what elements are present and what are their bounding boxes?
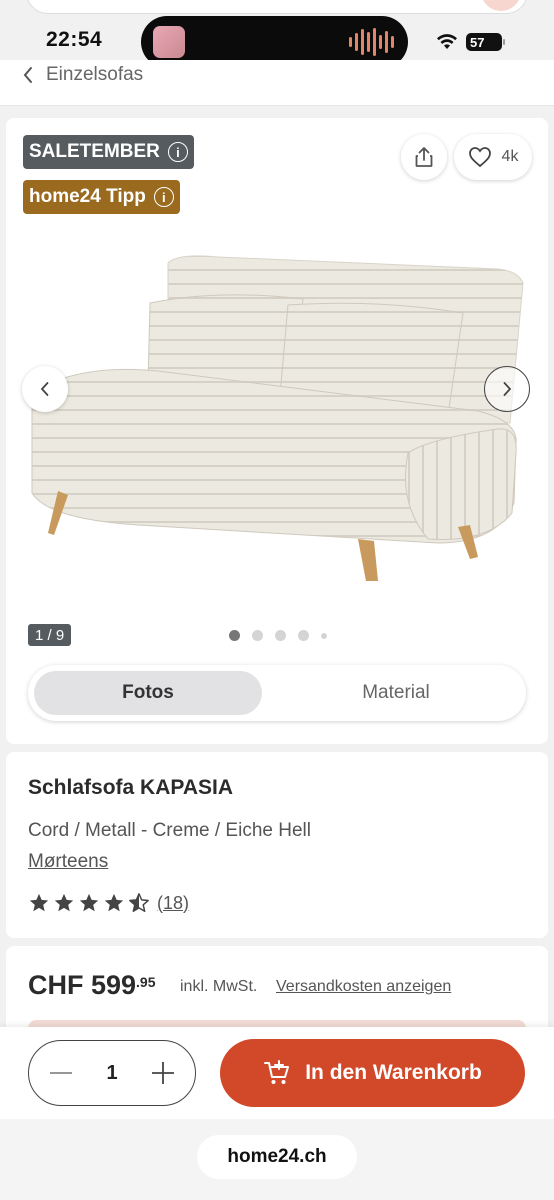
breadcrumb-bar: Einzelsofas [0,60,554,106]
status-time: 22:54 [46,28,103,51]
vat-note: inkl. MwSt. [180,978,258,995]
chevron-left-icon [23,67,32,83]
add-to-cart-bar: 1 In den Warenkorb [0,1027,554,1119]
saletember-badge[interactable]: SALETEMBER i [23,135,194,169]
star-filled-icon [79,893,99,912]
minus-icon [50,1072,72,1074]
add-to-cart-label: In den Warenkorb [305,1061,482,1084]
carousel-dot[interactable] [321,632,327,639]
info-icon[interactable]: i [153,187,174,207]
plus-icon [152,1062,174,1084]
home24-tipp-badge[interactable]: home24 Tipp i [23,180,180,214]
carousel-dot[interactable] [252,630,263,641]
wishlist-button[interactable]: 4k [454,134,532,180]
product-image-sofa[interactable] [18,243,538,593]
breadcrumb-back-link[interactable]: Einzelsofas [22,64,143,86]
audio-waveform-icon [349,28,394,56]
share-icon [415,147,433,167]
price-cents: .95 [136,974,156,990]
add-to-cart-button[interactable]: In den Warenkorb [220,1039,525,1107]
product-info-card: Schlafsofa KAPASIA Cord / Metall - Creme… [6,752,548,938]
product-rating[interactable]: (18) [28,892,189,914]
heart-icon [468,147,491,168]
info-icon[interactable]: i [167,142,188,162]
brand-link[interactable]: Mørteens [28,851,108,873]
breadcrumb-label: Einzelsofas [46,64,144,85]
battery-level: 57 [470,34,485,50]
quantity-value: 1 [106,1061,118,1084]
star-filled-icon [29,893,49,912]
quantity-decrease-button[interactable] [47,1059,75,1087]
chevron-left-icon [40,382,49,396]
tab-fotos[interactable]: Fotos [34,671,262,715]
chevron-right-icon [503,382,512,396]
gallery-next-button[interactable] [484,366,530,412]
price-amount: CHF 599 [28,970,137,1000]
product-title: Schlafsofa KAPASIA [28,776,233,799]
carousel-dot[interactable] [298,630,309,641]
search-bar-remnant[interactable] [26,0,528,14]
tab-material[interactable]: Material [272,671,520,715]
carousel-dot[interactable] [275,630,286,641]
home24-tipp-badge-label: home24 Tipp [29,186,146,207]
quantity-increase-button[interactable] [149,1059,177,1087]
gallery-tabs: Fotos Material [28,665,526,721]
browser-toolbar: home24.ch [0,1119,554,1200]
search-bubble[interactable] [481,0,521,11]
product-variant: Cord / Metall - Creme / Eiche Hell [28,820,311,841]
quantity-stepper[interactable]: 1 [28,1040,196,1106]
review-count-link[interactable]: (18) [157,893,189,914]
star-filled-icon [104,893,124,912]
carousel-dot[interactable] [229,630,240,641]
star-filled-icon [54,893,74,912]
saletember-badge-label: SALETEMBER [29,141,160,162]
wifi-icon [437,34,457,49]
wishlist-count: 4k [501,148,519,165]
share-button[interactable] [401,134,447,180]
gallery-prev-button[interactable] [22,366,68,412]
product-gallery-card: SALETEMBER i home24 Tipp i 4k 1 / 9 Foto… [6,118,548,744]
battery-indicator: 57 [466,33,505,51]
address-bar[interactable]: home24.ch [197,1135,357,1179]
cart-add-icon [264,1060,290,1084]
star-half-icon [129,893,149,912]
carousel-dots [229,630,327,641]
now-playing-thumbnail [153,26,185,58]
price-value: CHF 599.95 [28,970,156,1001]
image-counter: 1 / 9 [28,624,72,646]
shipping-costs-link[interactable]: Versandkosten anzeigen [276,978,451,996]
